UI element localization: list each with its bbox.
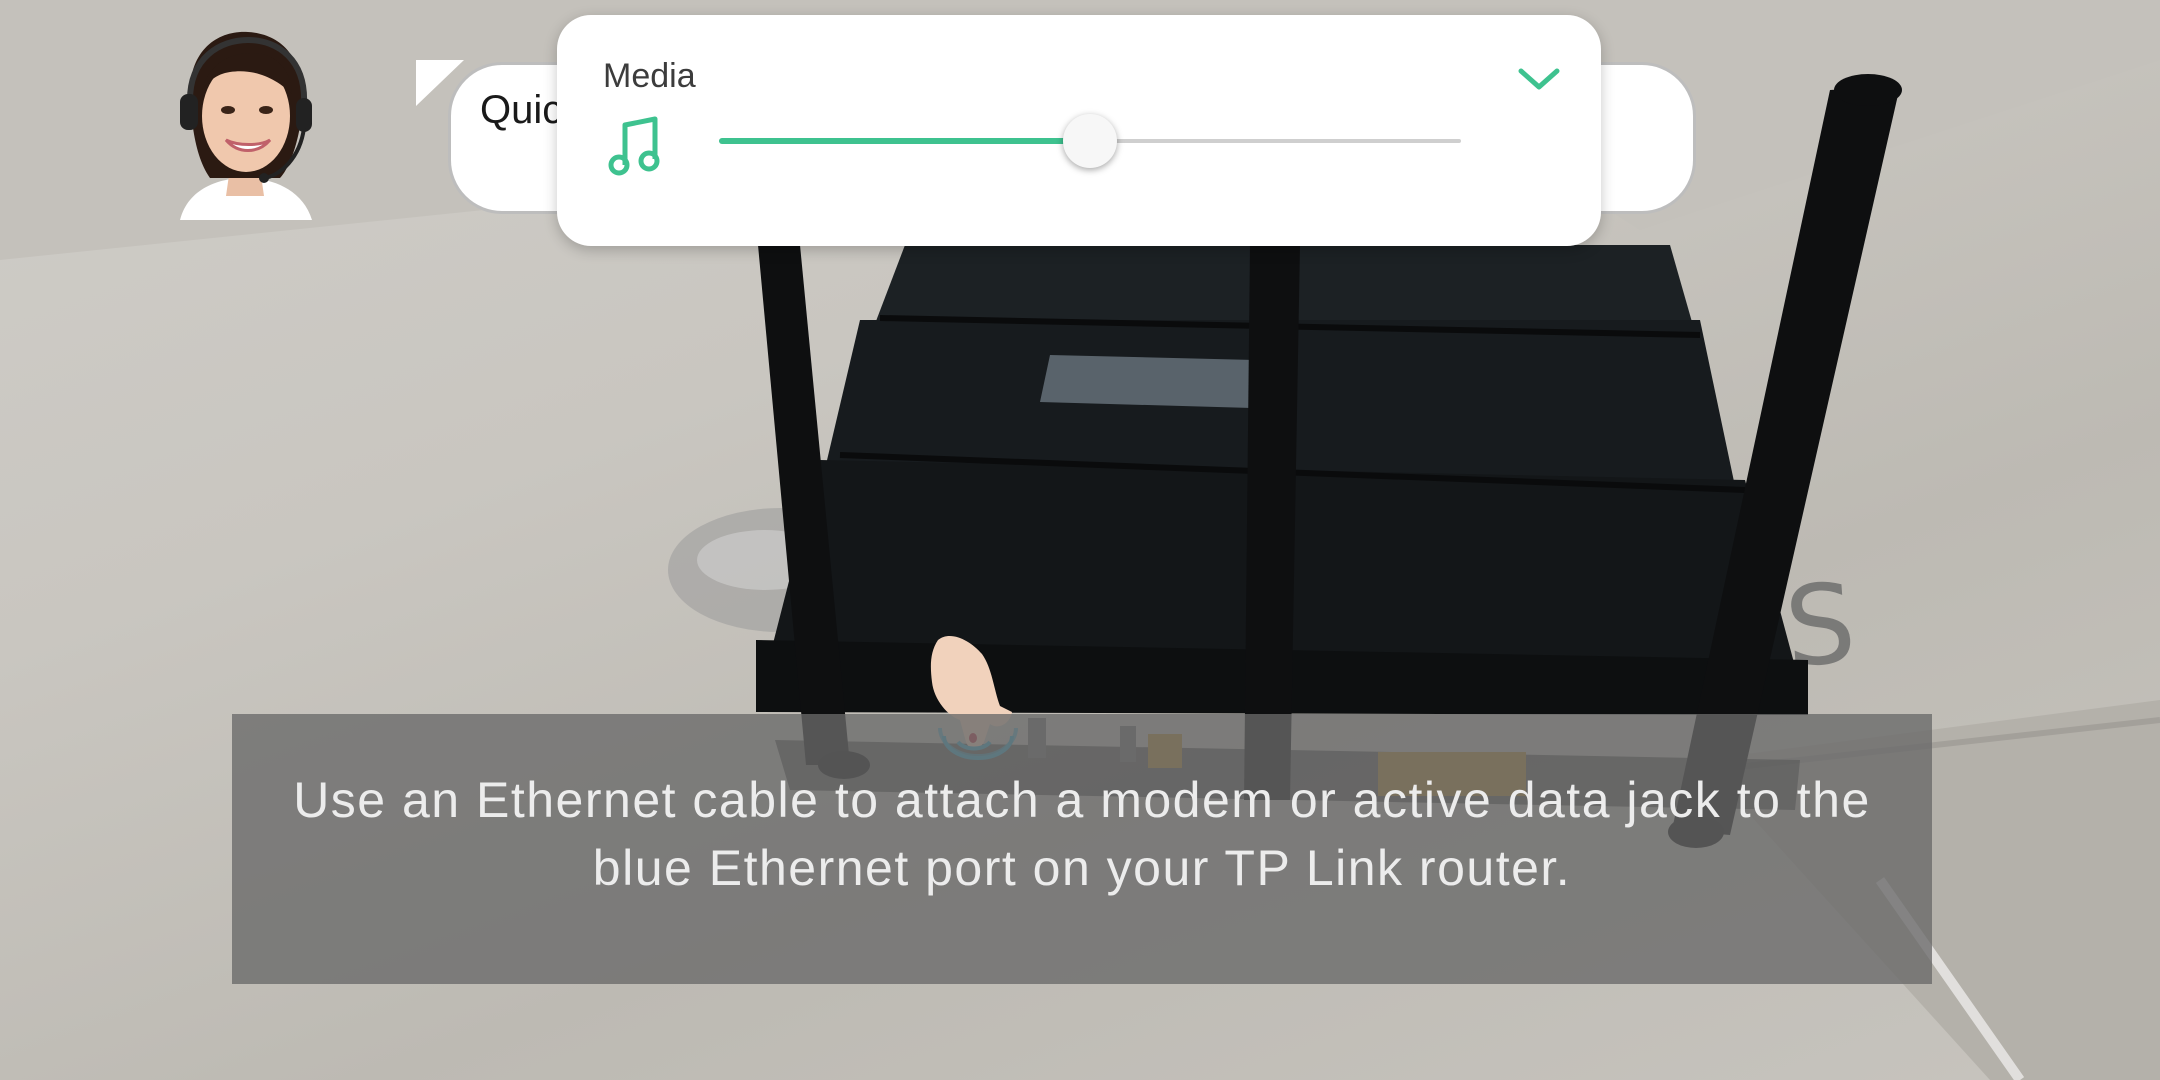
agent-avatar: [180, 31, 312, 220]
chevron-down-icon[interactable]: [1515, 63, 1563, 95]
slider-fill: [719, 138, 1090, 144]
media-volume-panel: Media: [557, 15, 1601, 246]
volume-panel-title: Media: [603, 57, 696, 95]
media-volume-slider[interactable]: [719, 114, 1461, 168]
instruction-caption: Use an Ethernet cable to attach a modem …: [232, 714, 1932, 984]
music-note-icon[interactable]: [607, 115, 667, 179]
ar-tutorial-screen: S Quic Media Use an Ethernet cable to at…: [0, 0, 2160, 1080]
instruction-caption-text: Use an Ethernet cable to attach a modem …: [293, 772, 1871, 896]
slider-thumb[interactable]: [1063, 114, 1117, 168]
speech-bubble-text: Quic: [480, 88, 563, 132]
